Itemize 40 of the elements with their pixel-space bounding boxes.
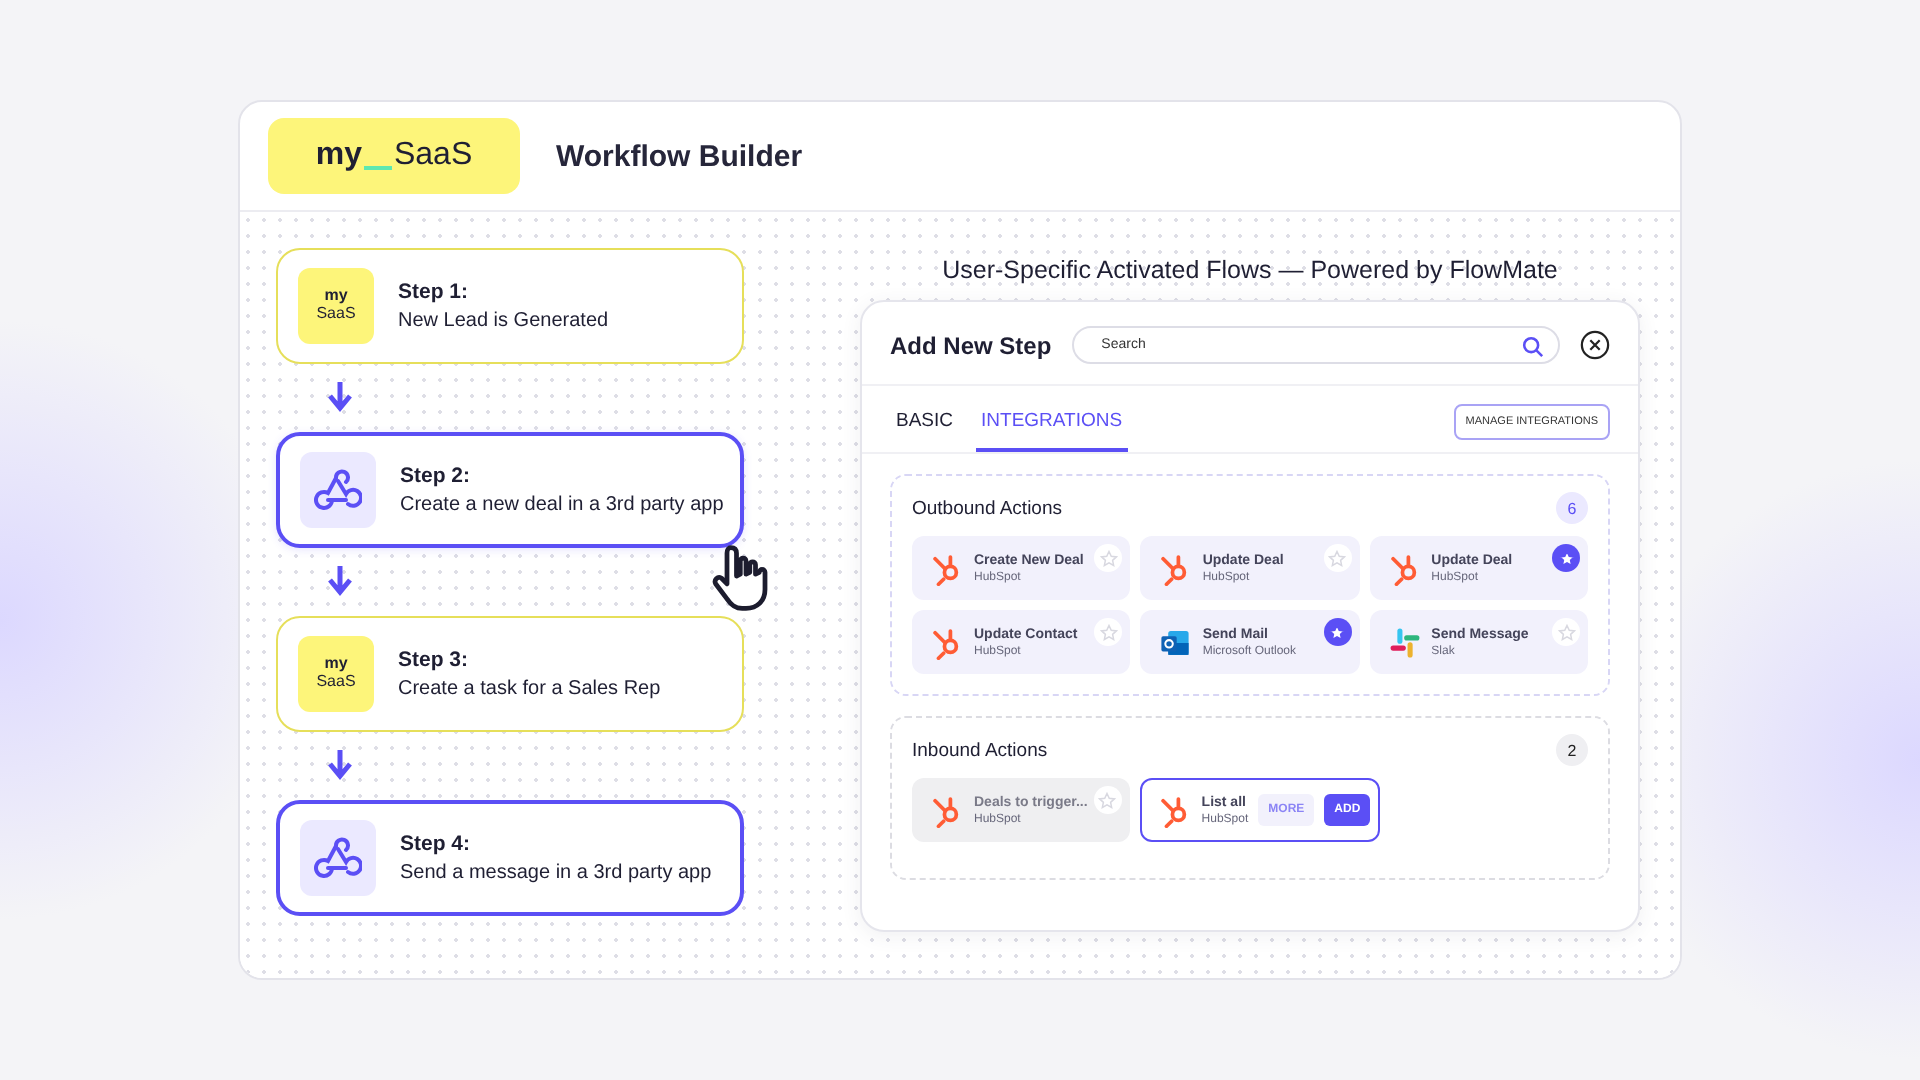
hubspot-icon [1157, 793, 1192, 827]
hubspot-icon [930, 625, 964, 659]
mail-app-icon [1158, 625, 1193, 659]
section-heading: User-Specific Activated Flows — Powered by FlowMate [942, 256, 1558, 284]
section-title: Inbound Actions [912, 739, 1048, 761]
count-badge: 2 [1556, 734, 1588, 766]
down-arrow-icon [328, 566, 352, 598]
logo-icon: my SaaS [298, 268, 374, 344]
logo-icon: my SaaS [298, 636, 374, 712]
step-card[interactable]: my SaaS Step 3: Create a task for a Sales Rep [276, 616, 744, 732]
logo-text: my [315, 138, 362, 174]
panel-title: Add New Step [890, 331, 1052, 359]
step-description: Create a task for a Sales Rep [398, 678, 661, 700]
step-description: New Lead is Generated [398, 310, 609, 332]
tab[interactable]: BASIC [890, 402, 960, 452]
close-icon[interactable] [1580, 330, 1610, 360]
step-label: Step 1: [398, 280, 471, 304]
step-label: Step 4: [400, 832, 473, 856]
logo-text: SaaS [393, 138, 473, 174]
count-badge: 6 [1556, 492, 1588, 524]
step-card[interactable]: Step 4: Send a message in a 3rd party app [276, 800, 744, 916]
favorite-icon[interactable] [1552, 544, 1580, 572]
hubspot-icon [1387, 551, 1422, 585]
webhook-icon [300, 820, 376, 896]
hubspot-icon [930, 551, 964, 585]
webhook-icon [300, 452, 376, 528]
step-card[interactable]: my SaaS Step 1: New Lead is Generated [276, 248, 744, 364]
tab[interactable]: INTEGRATIONS [975, 402, 1129, 452]
section-title: Outbound Actions [912, 497, 1062, 519]
search-icon[interactable] [1522, 336, 1544, 358]
step-label: Step 2: [400, 464, 473, 488]
favorite-icon[interactable] [1323, 618, 1352, 646]
down-arrow-icon [328, 382, 352, 414]
step-description: Create a new deal in a 3rd party app [400, 494, 724, 516]
down-arrow-icon [328, 750, 352, 782]
hubspot-icon [930, 793, 964, 827]
step-label: Step 3: [398, 648, 471, 672]
page-title: Workflow Builder [556, 139, 803, 173]
step-description: Send a message in a 3rd party app [400, 862, 712, 884]
chat-app-icon [1387, 625, 1422, 659]
